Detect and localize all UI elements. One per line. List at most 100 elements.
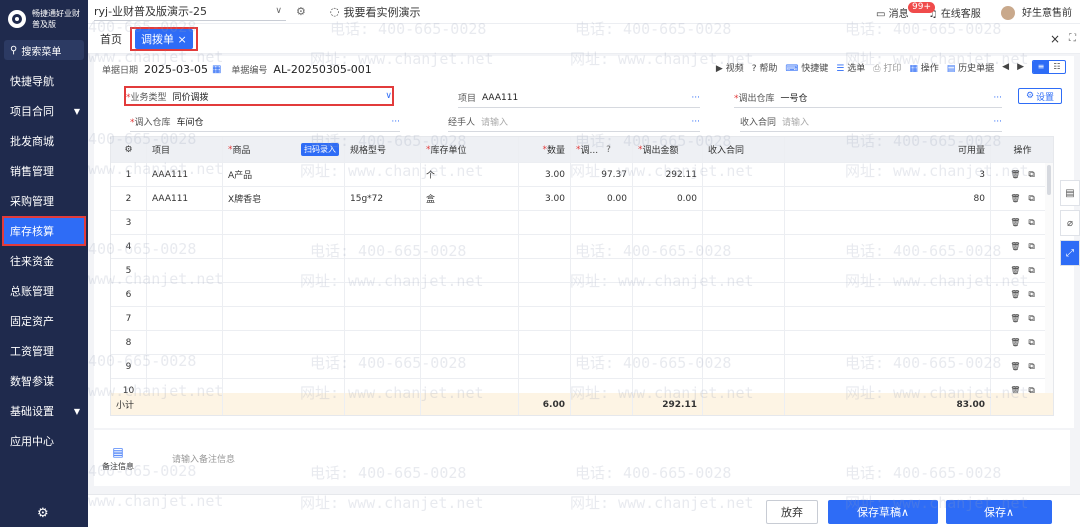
settings-button[interactable]: ⚙ 设置 (1018, 88, 1062, 104)
online-service-button[interactable]: ♫ 在线客服 (929, 5, 981, 20)
cell-spec[interactable] (345, 307, 421, 330)
copy-row-icon[interactable]: ⧉ (1028, 242, 1034, 252)
cell-avail[interactable] (785, 283, 991, 306)
cell-amount[interactable] (633, 235, 703, 258)
cell-amount[interactable]: 0.00 (633, 187, 703, 210)
delete-row-icon[interactable]: 🗑︎ (1010, 266, 1020, 275)
cell-price[interactable] (571, 355, 633, 378)
cell-product[interactable] (223, 259, 345, 282)
contract-field[interactable]: 收入合同 请输入 ··· (740, 112, 1002, 132)
cell-product[interactable]: X牌香皂 (223, 187, 345, 210)
copy-row-icon[interactable]: ⧉ (1028, 338, 1034, 348)
sidebar-item-8[interactable]: 总账管理 (0, 276, 88, 306)
cell-qty[interactable] (519, 331, 571, 354)
cell-product[interactable] (223, 331, 345, 354)
save-draft-button[interactable]: 保存草稿∧ (828, 500, 938, 524)
cell-avail[interactable]: 80 (785, 187, 991, 210)
sidebar-item-9[interactable]: 固定资产 (0, 306, 88, 336)
sidebar-item-12[interactable]: 基础设置 ▼ (0, 396, 88, 426)
gear-icon[interactable]: ⚙ (37, 506, 49, 521)
cell-item[interactable] (147, 355, 223, 378)
cell-item[interactable] (147, 307, 223, 330)
cell-contract[interactable] (703, 235, 785, 258)
cell-product[interactable]: A产品 (223, 163, 345, 186)
cell-qty[interactable] (519, 259, 571, 282)
sidebar-item-10[interactable]: 工资管理 (0, 336, 88, 366)
cell-avail[interactable] (785, 211, 991, 234)
expand-icon[interactable]: ⤢ (1060, 240, 1080, 266)
cell-unit[interactable] (421, 355, 519, 378)
tab-close-icon[interactable]: × (178, 33, 187, 46)
copy-row-icon[interactable]: ⧉ (1028, 266, 1034, 276)
scan-entry-button[interactable]: 扫码录入 (301, 143, 339, 156)
cell-price[interactable] (571, 235, 633, 258)
cell-contract[interactable] (703, 163, 785, 186)
cell-product[interactable] (223, 283, 345, 306)
cell-spec[interactable] (345, 355, 421, 378)
calendar-icon[interactable]: ▦ (212, 64, 221, 75)
contract-input[interactable]: 请输入 (782, 115, 993, 128)
delete-row-icon[interactable]: 🗑︎ (1010, 338, 1020, 347)
next-icon[interactable]: ▶ (1017, 62, 1024, 72)
cell-spec[interactable] (345, 163, 421, 186)
cell-unit[interactable]: 个 (421, 163, 519, 186)
cell-unit[interactable] (421, 259, 519, 282)
handler-field[interactable]: 经手人 请输入 ··· (448, 112, 700, 132)
tab-home[interactable]: 首页 (100, 31, 122, 47)
column-settings-icon[interactable]: ⚙ (111, 137, 147, 162)
attachment-icon[interactable]: ⌀ (1060, 210, 1080, 236)
delete-row-icon[interactable]: 🗑︎ (1010, 362, 1020, 371)
sidebar-item-4[interactable]: 销售管理 (0, 156, 88, 186)
prev-icon[interactable]: ◀ (1002, 62, 1009, 72)
settings-gear-icon[interactable]: ⚙ (296, 5, 306, 18)
cell-spec[interactable] (345, 211, 421, 234)
cell-contract[interactable] (703, 211, 785, 234)
cell-contract[interactable] (703, 355, 785, 378)
cell-price[interactable] (571, 211, 633, 234)
remarks-tab[interactable]: ▤ 备注信息 (94, 445, 142, 472)
cell-item[interactable] (147, 235, 223, 258)
sidebar-item-1[interactable]: 快捷导航 (0, 66, 88, 96)
delete-row-icon[interactable]: 🗑︎ (1010, 170, 1020, 179)
fullscreen-icon[interactable]: ⛶ (1069, 33, 1076, 44)
action-print[interactable]: ⎙ 打印 (873, 61, 901, 74)
tab-transfer-order[interactable]: 调拨单 × (135, 28, 193, 49)
copy-row-icon[interactable]: ⧉ (1028, 218, 1034, 228)
action-history[interactable]: ▤ 历史单据 (947, 61, 994, 74)
action-video[interactable]: ▶ 视频 (716, 61, 744, 74)
action-operate[interactable]: ▦ 操作 (909, 61, 938, 74)
cell-avail[interactable] (785, 355, 991, 378)
cell-amount[interactable] (633, 259, 703, 282)
account-selector[interactable]: ryj-业财普及版演示-25 ∨ (94, 3, 286, 21)
cell-avail[interactable] (785, 307, 991, 330)
cell-unit[interactable]: 盒 (421, 187, 519, 210)
sidebar-item-6[interactable]: 库存核算 (2, 216, 86, 246)
cell-product[interactable] (223, 235, 345, 258)
cell-item[interactable]: AAA111 (147, 163, 223, 186)
cell-price[interactable] (571, 283, 633, 306)
cell-price[interactable]: 0.00 (571, 187, 633, 210)
copy-row-icon[interactable]: ⧉ (1028, 194, 1034, 204)
cell-item[interactable] (147, 259, 223, 282)
cell-item[interactable] (147, 283, 223, 306)
cell-qty[interactable]: 3.00 (519, 187, 571, 210)
date-value[interactable]: 2025-03-05 (144, 63, 208, 76)
sidebar-item-5[interactable]: 采购管理 (0, 186, 88, 216)
project-field[interactable]: 项目 AAA111 ··· (458, 88, 700, 108)
cell-qty[interactable] (519, 235, 571, 258)
cell-unit[interactable] (421, 307, 519, 330)
grid-view-icon[interactable]: ☷ (1049, 61, 1065, 73)
cell-contract[interactable] (703, 259, 785, 282)
cell-price[interactable] (571, 331, 633, 354)
in-warehouse-field[interactable]: *调入仓库 车间仓 ··· (130, 112, 400, 132)
more-icon[interactable]: ··· (993, 93, 1002, 103)
delete-row-icon[interactable]: 🗑︎ (1010, 314, 1020, 323)
cell-item[interactable]: AAA111 (147, 187, 223, 210)
cell-spec[interactable] (345, 283, 421, 306)
cell-spec[interactable] (345, 259, 421, 282)
notes-icon[interactable]: ▤ (1060, 180, 1080, 206)
cell-avail[interactable] (785, 235, 991, 258)
more-icon[interactable]: ··· (691, 93, 700, 103)
cell-contract[interactable] (703, 331, 785, 354)
cell-spec[interactable] (345, 331, 421, 354)
